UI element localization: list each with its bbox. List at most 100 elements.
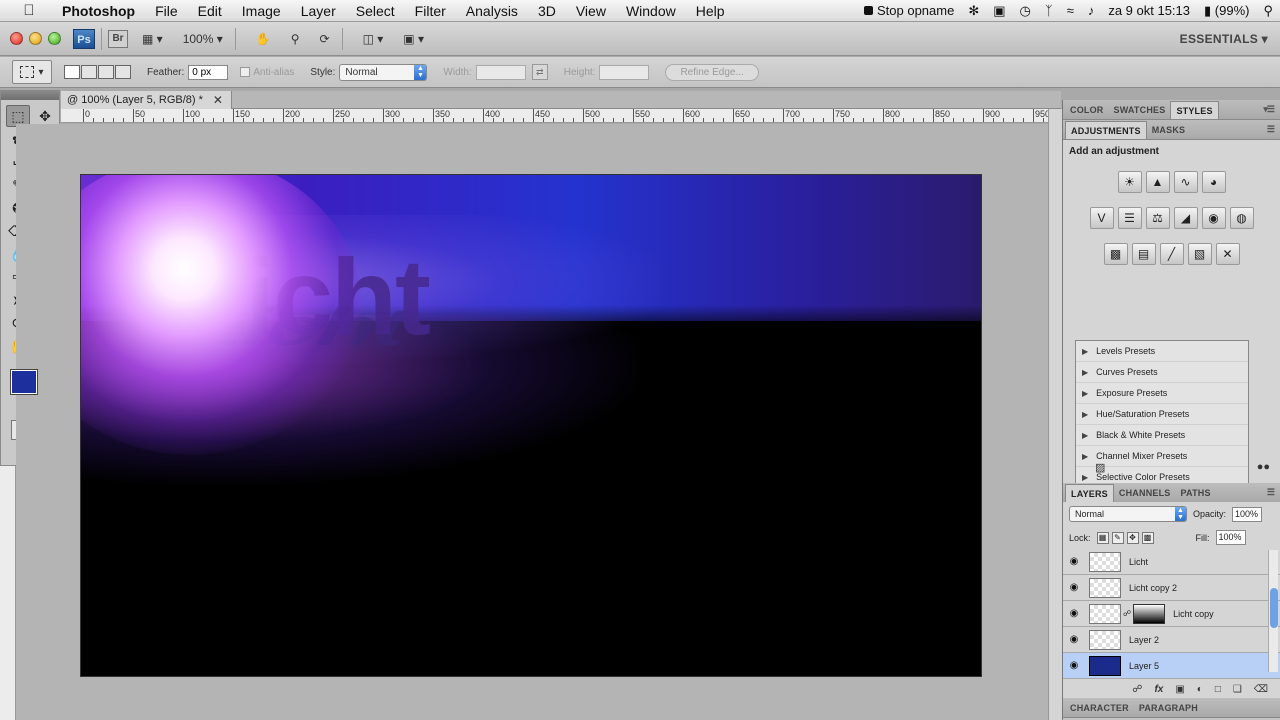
volume-icon[interactable]: ♪ xyxy=(1081,0,1102,22)
tab-adjustments[interactable]: ADJUSTMENTS xyxy=(1065,121,1147,139)
photo-filter-icon[interactable]: ◉ xyxy=(1201,207,1226,229)
display-icon[interactable]: ▣ xyxy=(986,0,1012,22)
hue-saturation-icon[interactable]: ☰ xyxy=(1117,207,1142,229)
menu-window[interactable]: Window xyxy=(616,0,686,22)
menu-filter[interactable]: Filter xyxy=(405,0,456,22)
new-group-icon[interactable]: □ xyxy=(1215,684,1221,695)
tab-paragraph[interactable]: PARAGRAPH xyxy=(1134,699,1203,717)
scroll-thumb[interactable] xyxy=(1270,588,1278,628)
list-item[interactable]: ▶ Black & White Presets xyxy=(1076,425,1248,446)
swap-dimensions-icon[interactable]: ⇄ xyxy=(531,64,548,80)
panel-menu-icon[interactable]: ☰ xyxy=(1267,487,1275,498)
tab-channels[interactable]: CHANNELS xyxy=(1114,484,1176,502)
tab-color[interactable]: COLOR xyxy=(1065,101,1109,119)
tools-panel-header[interactable] xyxy=(1,91,59,100)
vibrance-icon[interactable]: V xyxy=(1089,207,1114,229)
apple-icon[interactable]:  xyxy=(18,2,40,19)
stop-recording-item[interactable]: Stop opname xyxy=(857,0,961,22)
zoom-window-button[interactable] xyxy=(48,32,61,45)
panel-menu-icon[interactable]: ▾☰ xyxy=(1263,104,1275,115)
close-window-button[interactable] xyxy=(10,32,23,45)
list-item[interactable]: ▶ Curves Presets xyxy=(1076,362,1248,383)
eye-icon[interactable]: ◉ xyxy=(1063,634,1085,645)
brightness-contrast-icon[interactable]: ☀ xyxy=(1117,171,1142,193)
menu-help[interactable]: Help xyxy=(686,0,735,22)
curves-icon[interactable]: ∿ xyxy=(1173,171,1198,193)
tab-swatches[interactable]: SWATCHES xyxy=(1109,101,1171,119)
menu-layer[interactable]: Layer xyxy=(291,0,346,22)
eye-icon[interactable]: ◉ xyxy=(1063,556,1085,567)
layer-mask-thumbnail[interactable] xyxy=(1133,603,1166,624)
canvas-vertical-scrollbar[interactable] xyxy=(1048,109,1062,720)
wifi-icon[interactable]: ≈ xyxy=(1060,0,1081,22)
menu-file[interactable]: File xyxy=(145,0,188,22)
horizontal-ruler[interactable]: 0 50 100 150 200 250 300 350 400 450 500 550 600 650 7… xyxy=(61,109,1048,123)
refine-edge-button[interactable]: Refine Edge... xyxy=(665,63,759,81)
add-selection-button[interactable] xyxy=(81,65,97,79)
color-balance-icon[interactable]: ⚖ xyxy=(1145,207,1170,229)
layer-row[interactable]: ◉ ☍ Licht copy xyxy=(1063,601,1280,627)
eye-icon[interactable]: ◉ xyxy=(1063,608,1085,619)
zoom-level-dropdown[interactable]: 100% ▾ xyxy=(177,29,229,49)
eye-icon[interactable]: ◉ xyxy=(1063,660,1085,671)
width-input[interactable] xyxy=(475,64,526,80)
channel-mixer-icon[interactable]: ◍ xyxy=(1229,207,1254,229)
feather-input[interactable] xyxy=(188,64,229,80)
bridge-button[interactable]: Br xyxy=(108,29,128,48)
new-layer-icon[interactable]: ❏ xyxy=(1233,684,1242,695)
list-item[interactable]: ▶ Exposure Presets xyxy=(1076,383,1248,404)
add-mask-icon[interactable]: ▣ xyxy=(1175,684,1184,695)
eye-icon[interactable]: ◉ xyxy=(1063,582,1085,593)
blend-mode-select[interactable]: Normal ▲ ▼ xyxy=(1069,506,1187,522)
document-canvas[interactable]: Licht Licht xyxy=(81,175,981,676)
trash-icon[interactable]: ⌫ xyxy=(1254,684,1268,695)
list-item[interactable]: ▶ Levels Presets xyxy=(1076,341,1248,362)
tab-character[interactable]: CHARACTER xyxy=(1065,699,1134,717)
threshold-icon[interactable]: ╱ xyxy=(1159,243,1184,265)
time-machine-icon[interactable]: ◷ xyxy=(1013,0,1038,22)
opacity-input[interactable]: 100% xyxy=(1232,506,1263,522)
tool-preset-picker[interactable]: ▾ xyxy=(12,60,52,84)
lock-pixels-icon[interactable]: ✎ xyxy=(1111,531,1124,544)
tab-paths[interactable]: PATHS xyxy=(1176,484,1216,502)
style-select[interactable]: Normal ▲ ▼ xyxy=(339,63,428,81)
close-document-icon[interactable]: ✕ xyxy=(213,91,223,109)
lock-transparency-icon[interactable]: ▦ xyxy=(1096,531,1109,544)
new-selection-button[interactable] xyxy=(64,65,80,79)
workspace-switcher[interactable]: ESSENTIALS ▾ xyxy=(1180,32,1268,46)
adjustment-layer-icon[interactable]: ◐ xyxy=(1197,684,1203,695)
menu-select[interactable]: Select xyxy=(346,0,405,22)
gradient-map-icon[interactable]: ▧ xyxy=(1187,243,1212,265)
fill-input[interactable]: 100% xyxy=(1215,530,1246,545)
subtract-selection-button[interactable] xyxy=(98,65,114,79)
tab-layers[interactable]: LAYERS xyxy=(1065,484,1114,502)
menu-view[interactable]: View xyxy=(566,0,616,22)
fx-icon[interactable]: fx xyxy=(1154,684,1163,695)
bluetooth-icon[interactable]: ᛉ xyxy=(1038,0,1060,22)
height-input[interactable] xyxy=(599,64,650,80)
intersect-selection-button[interactable] xyxy=(115,65,131,79)
layer-row[interactable]: ◉ Layer 2 xyxy=(1063,627,1280,653)
hand-tool-button[interactable]: ✋ xyxy=(250,29,277,49)
levels-icon[interactable]: ▲ xyxy=(1145,171,1170,193)
lock-all-icon[interactable]: ▩ xyxy=(1141,531,1154,544)
layers-scrollbar[interactable] xyxy=(1268,550,1278,672)
panel-options-icon[interactable]: ●● xyxy=(1257,461,1270,478)
anti-alias-checkbox[interactable] xyxy=(240,67,251,77)
posterize-icon[interactable]: ▤ xyxy=(1131,243,1156,265)
menu-3d[interactable]: 3D xyxy=(528,0,566,22)
menu-app[interactable]: Photoshop xyxy=(52,0,145,22)
layer-row-selected[interactable]: ◉ Layer 5 xyxy=(1063,653,1280,679)
battery-status[interactable]: ▮ (99%) xyxy=(1197,0,1256,22)
layer-row[interactable]: ◉ Licht copy 2 xyxy=(1063,575,1280,601)
zoom-tool-button[interactable]: ⚲ xyxy=(285,29,306,49)
invert-icon[interactable]: ▩ xyxy=(1103,243,1128,265)
menu-image[interactable]: Image xyxy=(232,0,291,22)
clip-to-layer-icon[interactable]: ▨ xyxy=(1095,461,1105,478)
clock[interactable]: za 9 okt 15:13 xyxy=(1101,0,1197,22)
layer-row[interactable]: ◉ Licht xyxy=(1063,549,1280,575)
document-tab[interactable]: @ 100% (Layer 5, RGB/8) * ✕ xyxy=(61,91,232,109)
link-layers-icon[interactable]: ☍ xyxy=(1132,684,1142,695)
exposure-icon[interactable]: ◕ xyxy=(1201,171,1226,193)
arrange-documents-button[interactable]: ◫ ▾ xyxy=(357,29,390,49)
